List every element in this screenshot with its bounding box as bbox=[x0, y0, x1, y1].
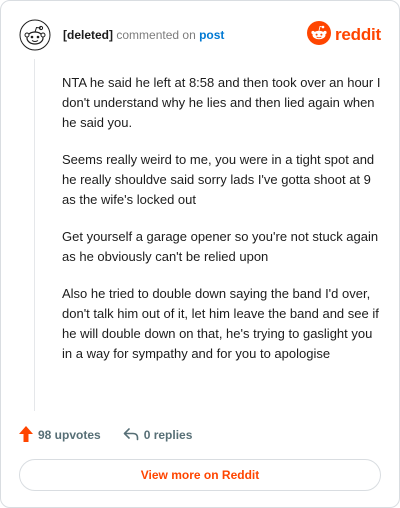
comment-paragraph: NTA he said he left at 8:58 and then too… bbox=[62, 75, 381, 130]
upvote-arrow-icon bbox=[19, 425, 38, 445]
comment-action-text: commented on bbox=[116, 28, 196, 42]
upvote-button[interactable]: 98 upvotes bbox=[19, 425, 101, 445]
comment-footer: 98 upvotes 0 replies bbox=[19, 425, 214, 445]
post-link[interactable]: post bbox=[199, 28, 224, 42]
comment-author: [deleted] bbox=[63, 28, 114, 42]
comment-body: NTA he said he left at 8:58 and then too… bbox=[62, 73, 382, 381]
reddit-wordmark: reddit bbox=[334, 25, 381, 44]
thread-line bbox=[34, 59, 35, 411]
comment-meta: [deleted] commented on post bbox=[63, 27, 224, 43]
deleted-user-avatar-icon bbox=[19, 19, 51, 51]
replies-button[interactable]: 0 replies bbox=[123, 427, 193, 444]
upvote-count: 98 upvotes bbox=[38, 428, 101, 442]
comment-paragraph: Also he tried to double down saying the … bbox=[62, 286, 379, 361]
view-more-on-reddit-button[interactable]: View more on Reddit bbox=[19, 459, 381, 491]
reddit-brand[interactable]: reddit bbox=[306, 20, 381, 50]
reply-count: 0 replies bbox=[143, 428, 193, 442]
comment-header: [deleted] commented on post reddit bbox=[19, 19, 381, 51]
reddit-logo-icon bbox=[306, 20, 331, 50]
comment-paragraph: Get yourself a garage opener so you're n… bbox=[62, 229, 379, 264]
reply-arrow-icon bbox=[123, 427, 144, 444]
comment-paragraph: Seems really weird to me, you were in a … bbox=[62, 152, 375, 207]
reddit-comment-embed-card: [deleted] commented on post reddit NTA h… bbox=[0, 0, 400, 508]
